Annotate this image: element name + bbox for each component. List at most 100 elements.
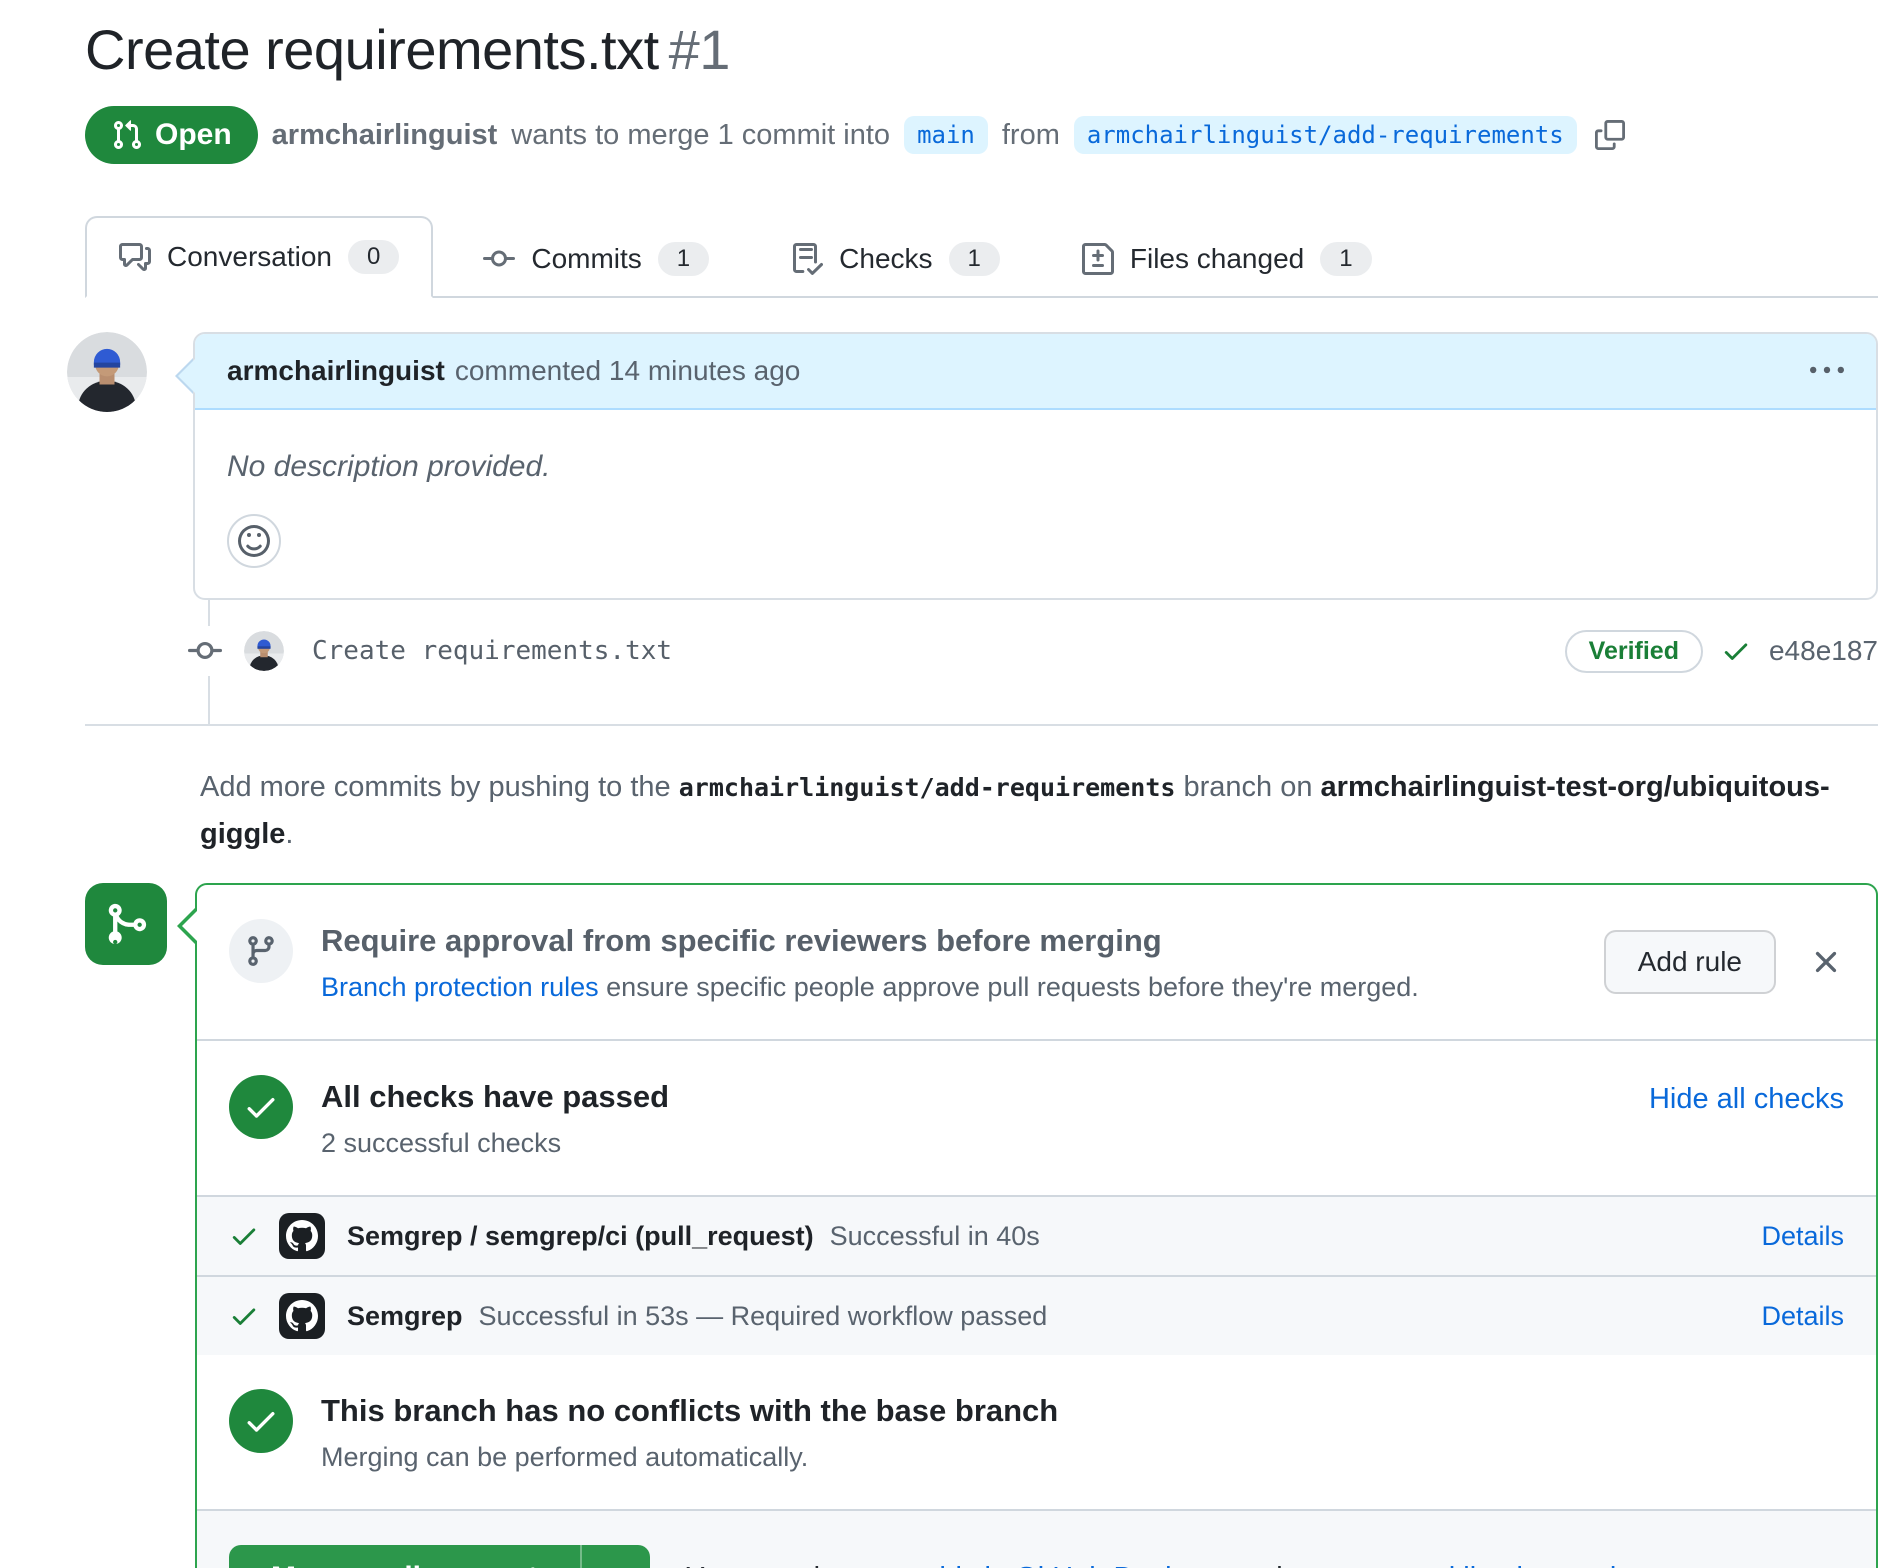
mergeability-section: This branch has no conflicts with the ba… bbox=[197, 1355, 1876, 1509]
check-status: Successful in 40s bbox=[830, 1221, 1040, 1252]
pr-page: Create requirements.txt#1 Open armchairl… bbox=[0, 16, 1894, 1568]
dismiss-button[interactable] bbox=[1808, 944, 1844, 980]
mergeability-text: This branch has no conflicts with the ba… bbox=[321, 1389, 1844, 1475]
merge-caption-middle: or view bbox=[1220, 1562, 1328, 1568]
pr-title-text: Create requirements.txt bbox=[85, 18, 659, 81]
checklist-icon bbox=[791, 243, 823, 275]
checks-summary-section: All checks have passed 2 successful chec… bbox=[197, 1039, 1876, 1195]
tab-files-changed-label: Files changed bbox=[1130, 243, 1304, 275]
branch-protection-text: Require approval from specific reviewers… bbox=[321, 919, 1604, 1005]
commit-author-avatar[interactable] bbox=[244, 631, 284, 671]
pr-author[interactable]: armchairlinguist bbox=[272, 119, 498, 152]
github-actions-avatar bbox=[279, 1213, 325, 1259]
hide-all-checks-link[interactable]: Hide all checks bbox=[1649, 1075, 1844, 1116]
tab-commits-count: 1 bbox=[658, 242, 709, 276]
user-avatar-image bbox=[67, 332, 147, 412]
check-name: Semgrep / semgrep/ci (pull_request) bbox=[347, 1221, 814, 1252]
tab-files-changed[interactable]: Files changed 1 bbox=[1050, 220, 1404, 298]
push-note-prefix: Add more commits by pushing to the bbox=[200, 771, 679, 803]
base-branch-label[interactable]: main bbox=[904, 116, 988, 154]
merge-pull-request-button[interactable]: Merge pull request bbox=[229, 1545, 580, 1568]
comment-box: armchairlinguist commented 14 minutes ag… bbox=[193, 332, 1878, 600]
comment-header: armchairlinguist commented 14 minutes ag… bbox=[195, 334, 1876, 410]
branch-protection-description-rest: ensure specific people approve pull requ… bbox=[599, 972, 1419, 1002]
comment-menu-button[interactable] bbox=[1810, 354, 1844, 388]
check-row: Semgrep / semgrep/ci (pull_request) Succ… bbox=[197, 1195, 1876, 1275]
pr-summary-text: wants to merge 1 commit into bbox=[511, 119, 890, 152]
pr-state-badge: Open bbox=[85, 106, 258, 164]
github-desktop-link[interactable]: open this in GitHub Desktop bbox=[859, 1562, 1220, 1568]
mergeability-subtitle: Merging can be performed automatically. bbox=[321, 1439, 1844, 1475]
git-commit-icon bbox=[483, 243, 515, 275]
tab-checks[interactable]: Checks 1 bbox=[759, 220, 1032, 298]
commit-entry: Create requirements.txt Verified e48e187 bbox=[85, 600, 1878, 726]
avatar[interactable] bbox=[67, 332, 147, 412]
smiley-icon bbox=[238, 525, 270, 557]
tab-checks-count: 1 bbox=[949, 242, 1000, 276]
add-reaction-button[interactable] bbox=[227, 514, 281, 568]
merge-action-bar: Merge pull request You can also open thi… bbox=[197, 1509, 1876, 1568]
check-row: Semgrep Successful in 53s — Required wor… bbox=[197, 1275, 1876, 1355]
comment-meta: commented 14 minutes ago bbox=[455, 355, 801, 387]
copy-branch-button[interactable] bbox=[1595, 120, 1625, 150]
details-link[interactable]: Details bbox=[1761, 1301, 1844, 1332]
pr-tab-bar: Conversation 0 Commits 1 Checks 1 Files … bbox=[85, 216, 1878, 298]
triangle-down-icon bbox=[601, 1563, 631, 1568]
branch-protection-actions: Add rule bbox=[1604, 930, 1844, 994]
kebab-icon bbox=[1810, 354, 1844, 388]
push-note: Add more commits by pushing to the armch… bbox=[200, 764, 1830, 857]
tab-files-changed-count: 1 bbox=[1320, 242, 1371, 276]
commit-sha-link[interactable]: e48e187 bbox=[1769, 635, 1878, 667]
comment-author[interactable]: armchairlinguist bbox=[227, 355, 445, 387]
success-check-icon bbox=[229, 1389, 293, 1453]
branch-protection-section: Require approval from specific reviewers… bbox=[197, 885, 1876, 1039]
tab-conversation-count: 0 bbox=[348, 240, 399, 274]
mergeability-title: This branch has no conflicts with the ba… bbox=[321, 1391, 1844, 1431]
user-avatar-image-small bbox=[244, 631, 284, 671]
git-merge-icon bbox=[85, 883, 167, 965]
details-link[interactable]: Details bbox=[1761, 1221, 1844, 1252]
pr-state-label: Open bbox=[155, 118, 232, 152]
pr-meta-row: Open armchairlinguist wants to merge 1 c… bbox=[85, 106, 1878, 164]
commit-row: Create requirements.txt Verified e48e187 bbox=[85, 626, 1878, 676]
branch-protection-title: Require approval from specific reviewers… bbox=[321, 921, 1604, 961]
comment-discussion-icon bbox=[119, 241, 151, 273]
push-note-suffix: . bbox=[285, 818, 293, 850]
commit-meta: Verified e48e187 bbox=[1565, 630, 1878, 673]
head-branch-label[interactable]: armchairlinguist/add-requirements bbox=[1074, 116, 1577, 154]
merge-caption: You can also open this in GitHub Desktop… bbox=[686, 1562, 1671, 1568]
merge-caption-suffix: . bbox=[1663, 1562, 1671, 1568]
branch-protection-rules-link[interactable]: Branch protection rules bbox=[321, 972, 599, 1002]
checks-summary-title: All checks have passed bbox=[321, 1077, 1649, 1117]
git-pull-request-icon bbox=[111, 119, 143, 151]
comment-text: No description provided. bbox=[227, 450, 1844, 484]
checks-summary-text: All checks have passed 2 successful chec… bbox=[321, 1075, 1649, 1161]
github-actions-avatar bbox=[279, 1293, 325, 1339]
push-note-middle: branch on bbox=[1175, 771, 1320, 803]
file-diff-icon bbox=[1082, 243, 1114, 275]
checks-summary-subtitle: 2 successful checks bbox=[321, 1125, 1649, 1161]
command-line-instructions-link[interactable]: command line instructions bbox=[1328, 1562, 1663, 1568]
push-note-branch: armchairlinguist/add-requirements bbox=[679, 773, 1176, 802]
check-status: Successful in 53s — Required workflow pa… bbox=[479, 1301, 1048, 1332]
tab-checks-label: Checks bbox=[839, 243, 932, 275]
verified-badge[interactable]: Verified bbox=[1565, 630, 1703, 673]
merge-button-group: Merge pull request bbox=[229, 1545, 650, 1568]
copy-icon bbox=[1595, 120, 1625, 150]
add-rule-button[interactable]: Add rule bbox=[1604, 930, 1776, 994]
branch-protection-description: Branch protection rules ensure specific … bbox=[321, 969, 1604, 1005]
git-commit-icon bbox=[188, 626, 222, 676]
page-title: Create requirements.txt#1 bbox=[85, 16, 1878, 84]
merge-options-button[interactable] bbox=[580, 1545, 650, 1568]
commit-message-link[interactable]: Create requirements.txt bbox=[312, 636, 672, 666]
check-success-icon bbox=[229, 1221, 259, 1251]
success-check-icon bbox=[229, 1075, 293, 1139]
pr-timeline: armchairlinguist commented 14 minutes ag… bbox=[85, 332, 1878, 726]
x-icon bbox=[1808, 944, 1844, 980]
tab-commits[interactable]: Commits 1 bbox=[451, 220, 741, 298]
tab-conversation[interactable]: Conversation 0 bbox=[85, 216, 433, 298]
github-mark-icon bbox=[286, 1300, 318, 1332]
git-branch-icon bbox=[229, 919, 293, 983]
pr-summary-from: from bbox=[1002, 119, 1060, 152]
merge-status-area: Require approval from specific reviewers… bbox=[85, 883, 1878, 1568]
